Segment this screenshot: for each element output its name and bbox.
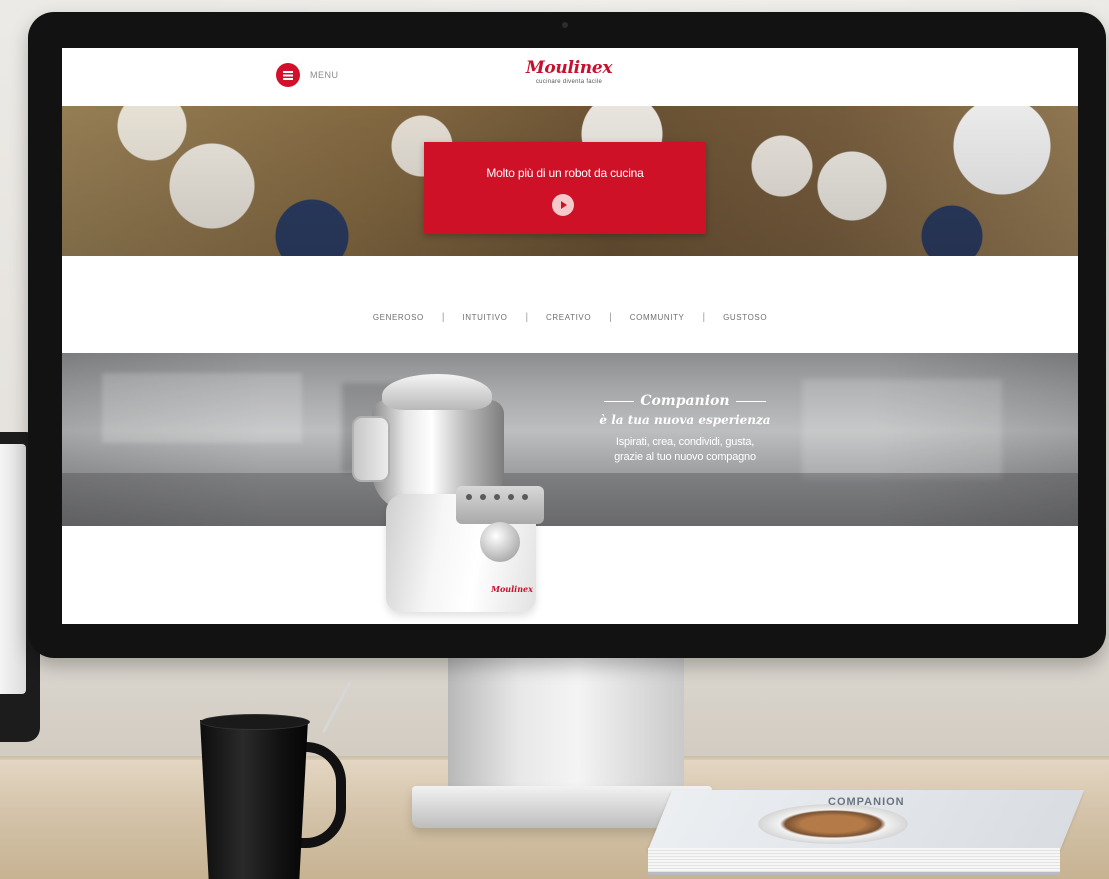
promo-title: Companion: [560, 393, 810, 409]
robot-control-panel: [456, 486, 544, 524]
robot-handle: [352, 416, 390, 482]
play-icon: [561, 201, 567, 209]
nav-item-generoso[interactable]: GENEROSO: [355, 313, 442, 322]
laptop-screen: [0, 444, 26, 694]
nav-item-community[interactable]: COMMUNITY: [612, 313, 703, 322]
play-video-button[interactable]: [552, 194, 574, 216]
menu-label[interactable]: MENU: [310, 70, 339, 80]
nav-item-creativo[interactable]: CREATIVO: [528, 313, 609, 322]
promo-subtitle: è la tua nuova esperienza: [599, 413, 771, 427]
monitor: MENU Moulinex cucinare diventa facile Mo…: [28, 12, 1106, 658]
book-title: COMPANION: [828, 796, 905, 808]
site-header: MENU Moulinex cucinare diventa facile: [62, 48, 1078, 106]
logo-wordmark: Moulinex: [525, 58, 613, 78]
food-processor-image: Moulinex: [352, 374, 552, 614]
robot-lid: [382, 374, 492, 410]
hamburger-menu-icon[interactable]: [276, 63, 300, 87]
nav-item-intuitivo[interactable]: INTUITIVO: [444, 313, 525, 322]
monitor-stand: [448, 658, 684, 788]
coffee-mug: [200, 712, 346, 879]
promo-body: Ispirati, crea, condividi, gusta, grazie…: [614, 436, 756, 463]
robot-knob: [480, 522, 520, 562]
logo-tagline: cucinare diventa facile: [535, 79, 603, 85]
section-nav: GENEROSO | INTUITIVO | CREATIVO | COMMUN…: [62, 306, 1078, 328]
book-cover-dish: [758, 804, 908, 844]
appliance-logo: Moulinex: [491, 584, 533, 594]
website-screen: MENU Moulinex cucinare diventa facile Mo…: [62, 48, 1078, 624]
hero-callout: Molto più di un robot da cucina: [424, 142, 706, 234]
book-pages: [648, 848, 1060, 875]
mug-rim: [200, 714, 310, 730]
nav-item-gustoso[interactable]: GUSTOSO: [705, 313, 785, 322]
promo-text: Companion è la tua nuova esperienza Ispi…: [560, 393, 810, 465]
hero-title: Molto più di un robot da cucina: [486, 166, 644, 180]
mug-body: [200, 720, 308, 879]
menu-button[interactable]: MENU: [276, 63, 339, 87]
brand-logo[interactable]: Moulinex cucinare diventa facile: [514, 58, 624, 85]
desk-scene: MENU Moulinex cucinare diventa facile Mo…: [0, 0, 1109, 879]
webcam: [562, 22, 568, 28]
cookbook: COMPANION: [648, 790, 1085, 876]
